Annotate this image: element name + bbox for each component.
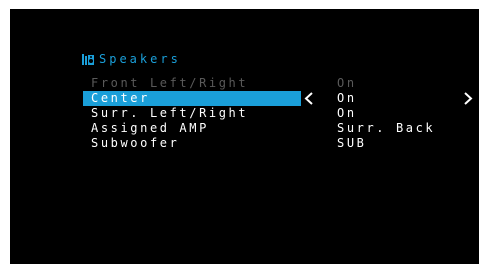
chevron-right-icon[interactable] xyxy=(462,91,474,106)
menu-item-value: Surr. Back xyxy=(337,121,436,135)
speaker-icon xyxy=(82,53,95,65)
menu-item-label: Subwoofer xyxy=(91,136,180,150)
menu-item-value: On xyxy=(337,106,357,120)
menu-item-assigned-amp[interactable]: Assigned AMP Surr. Back xyxy=(0,121,479,136)
menu-item-value: On xyxy=(337,76,357,90)
menu-item-surr-left-right[interactable]: Surr. Left/Right On xyxy=(0,106,479,121)
menu-item-label: Front Left/Right xyxy=(91,76,249,90)
chevron-left-icon[interactable] xyxy=(303,91,315,106)
menu-item-value: SUB xyxy=(337,136,367,150)
menu-item-subwoofer[interactable]: Subwoofer SUB xyxy=(0,136,479,151)
menu-item-label: Center xyxy=(91,91,150,105)
menu-title: Speakers xyxy=(82,51,181,67)
menu-item-center[interactable]: Center On xyxy=(0,91,479,106)
menu-item-label: Assigned AMP xyxy=(91,121,209,135)
menu-item-value: On xyxy=(337,91,357,105)
menu-title-label: Speakers xyxy=(99,52,181,66)
menu-item-label: Surr. Left/Right xyxy=(91,106,249,120)
menu-item-front-left-right: Front Left/Right On xyxy=(0,76,479,91)
